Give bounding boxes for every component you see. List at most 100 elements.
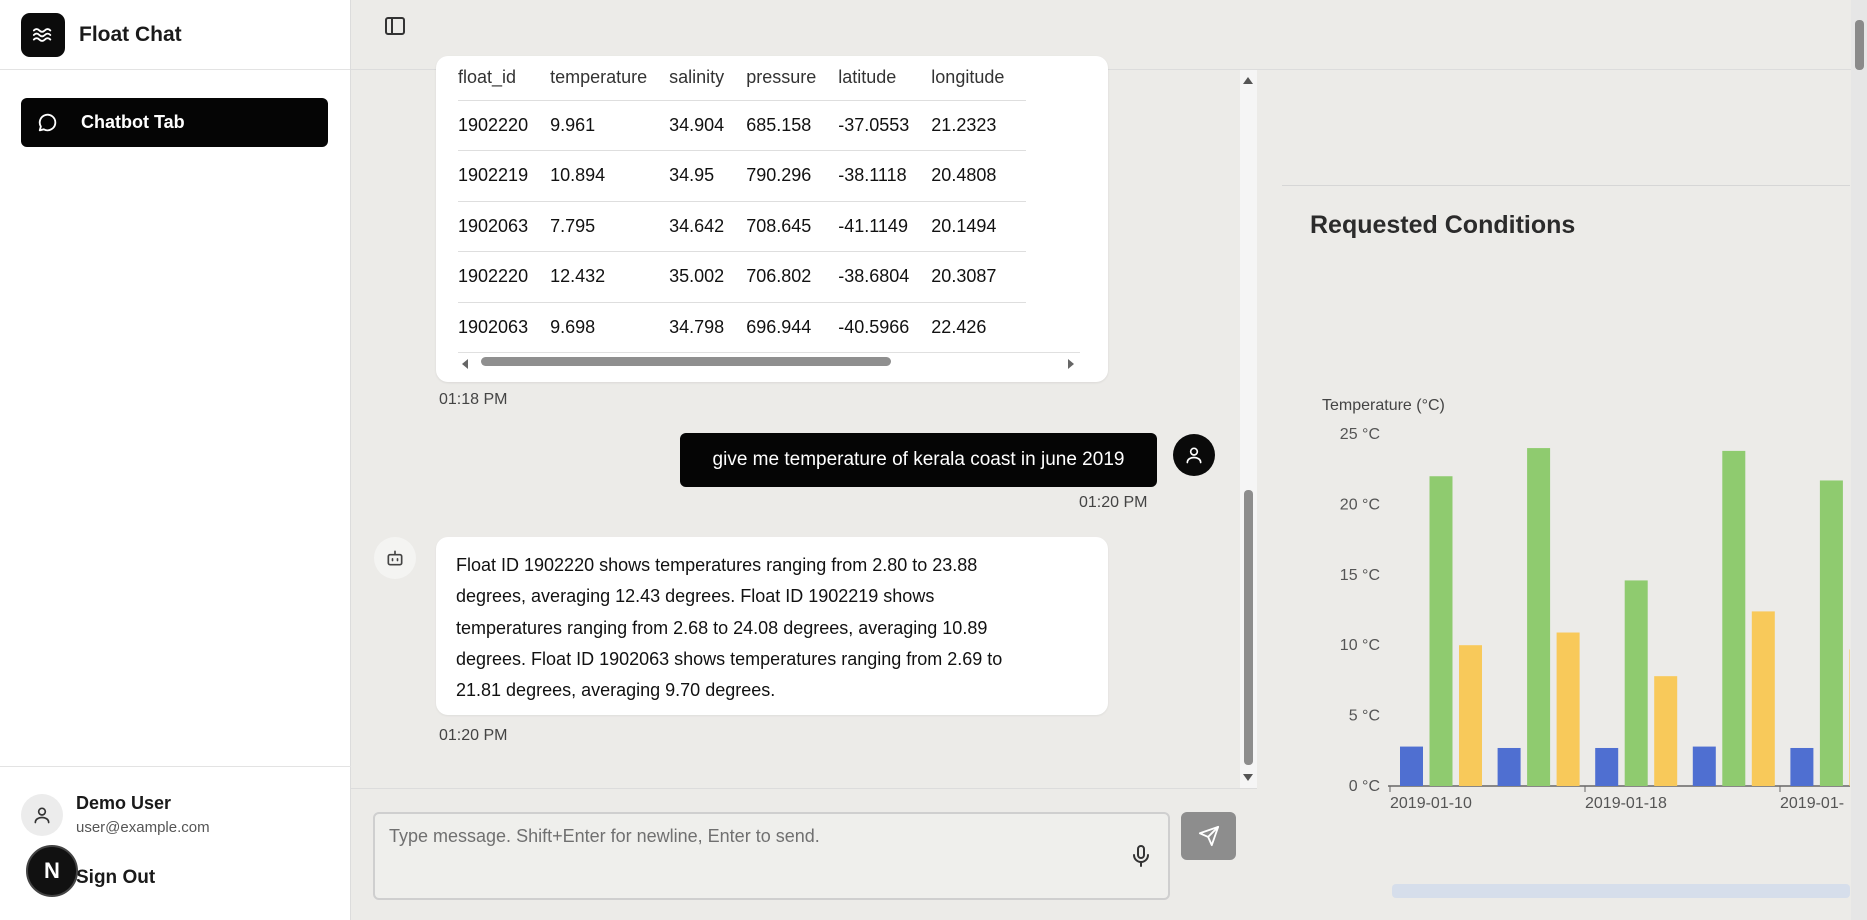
table-cell: 20.4808 [931,150,1027,201]
scroll-down-icon[interactable] [1242,773,1254,783]
table-cell: 1902063 [458,301,551,353]
table-cell: -40.5966 [838,301,932,353]
table-cell: 12.432 [550,251,670,302]
chart-bar[interactable] [1654,676,1678,786]
scroll-left-icon[interactable] [460,358,470,370]
message-input[interactable] [373,812,1170,900]
table-row: 1902220 12.432 35.002 706.802 -38.6804 2… [458,251,1027,302]
data-table: float_id temperature salinity pressure l… [458,56,1027,353]
table-cell: 706.802 [746,251,839,302]
message-timestamp: 01:20 PM [1079,494,1148,511]
page-scroll-thumb[interactable] [1855,20,1864,70]
table-cell: 10.894 [550,150,670,201]
bot-avatar-icon [374,537,416,579]
table-cell: 1902220 [458,99,551,151]
column-header: longitude [931,67,1005,88]
data-table-card: float_id temperature salinity pressure l… [436,56,1108,382]
table-cell: 34.642 [669,200,747,252]
chat-scroll-thumb[interactable] [1244,490,1253,765]
sidebar-item-chatbot-tab[interactable]: Chatbot Tab [21,98,328,147]
app-title: Float Chat [79,22,182,46]
x-tick-label: 2019-01- [1780,795,1844,812]
table-cell: 34.798 [669,301,747,353]
table-cell: 21.2323 [931,99,1027,151]
x-tick-label: 2019-01-10 [1390,795,1472,812]
bot-message-line: degrees. Float ID 1902063 shows temperat… [456,648,1003,669]
chart-bar[interactable] [1819,480,1843,786]
sign-out-button[interactable]: Sign Out [76,867,155,889]
chart-bar[interactable] [1556,632,1580,786]
send-icon [1198,825,1219,847]
chart-bar[interactable] [1692,746,1716,786]
n-badge[interactable]: N [26,845,78,897]
column-header: temperature [550,67,648,88]
table-row: 1902063 9.698 34.798 696.944 -40.5966 22… [458,301,1027,353]
y-tick-label: 10 °C [1340,637,1380,654]
table-cell: 685.158 [746,99,839,151]
user-avatar-icon [21,794,63,836]
scroll-up-icon[interactable] [1242,75,1254,85]
column-header: salinity [669,67,725,88]
chart-bar[interactable] [1497,747,1521,786]
chart-range-slider[interactable] [1392,884,1850,898]
chart-bar[interactable] [1595,747,1619,786]
brand-header: Float Chat [0,0,350,70]
bot-message-line: 21.81 degrees, averaging 9.70 degrees. [456,680,776,701]
table-cell: 22.426 [931,301,1027,353]
chart-bar[interactable] [1624,580,1648,786]
y-tick-label: 20 °C [1340,496,1380,513]
table-cell: 708.645 [746,200,839,252]
y-tick-label: 5 °C [1349,708,1380,725]
x-tick-label: 2019-01-18 [1585,795,1667,812]
bot-message-line: temperatures ranging from 2.68 to 24.08 … [456,617,988,638]
table-cell: -37.0553 [838,99,932,151]
table-cell: 34.904 [669,99,747,151]
table-cell: 9.698 [550,301,670,353]
chart-bar[interactable] [1849,649,1850,786]
table-header-row: float_id temperature salinity pressure l… [458,56,1026,100]
chart-bar[interactable] [1722,450,1746,786]
bot-message-line: degrees, averaging 12.43 degrees. Float … [456,586,935,607]
table-cell: 1902220 [458,251,551,302]
waves-logo-icon[interactable] [21,12,65,57]
chart-bar[interactable] [1527,448,1551,786]
microphone-icon[interactable] [1132,845,1150,867]
scroll-right-icon[interactable] [1066,358,1076,370]
column-header: float_id [458,67,517,88]
table-cell: 790.296 [746,150,839,201]
temperature-bar-chart: Temperature (°C) 0 °C 5 °C 10 °C 15 °C 20 °C… [1322,397,1850,898]
table-row: 1902220 9.961 34.904 685.158 -37.0553 21… [458,99,1027,151]
chart-bar[interactable] [1790,747,1814,786]
table-cell: -38.1118 [838,150,932,201]
send-button[interactable] [1181,812,1236,860]
chat-bubble-icon [38,113,57,131]
table-row: 1902063 7.795 34.642 708.645 -41.1149 20… [458,200,1027,252]
sidebar-item-label: Chatbot Tab [81,112,185,132]
y-tick-label: 0 °C [1349,778,1380,795]
table-cell: -38.6804 [838,251,932,302]
message-timestamp: 01:18 PM [439,391,508,408]
user-email: user@example.com [76,819,210,836]
table-cell: 1902063 [458,200,551,252]
table-cell: 7.795 [550,200,670,252]
y-axis-label: Temperature (°C) [1322,397,1445,414]
table-cell: 9.961 [550,99,670,151]
bot-message-bubble: Float ID 1902220 shows temperatures rang… [436,537,1108,715]
sidebar-toggle-icon[interactable] [383,14,407,38]
divider [1282,185,1850,186]
user-avatar-icon [1173,434,1215,476]
chart-bar[interactable] [1751,611,1775,786]
table-cell: 20.1494 [931,200,1027,252]
table-row: 1902219 10.894 34.95 790.296 -38.1118 20… [458,150,1027,201]
y-tick-label: 25 °C [1340,426,1380,443]
y-tick-label: 15 °C [1340,567,1380,584]
column-header: latitude [838,67,897,88]
column-header: pressure [746,67,817,88]
page-scrollbar[interactable] [1851,0,1867,920]
table-cell: 34.95 [669,150,747,201]
chart-bar[interactable] [1400,746,1423,786]
table-scroll-thumb[interactable] [481,357,891,366]
message-timestamp: 01:20 PM [439,727,508,744]
chart-bar[interactable] [1429,476,1453,786]
chart-bar[interactable] [1459,645,1482,786]
